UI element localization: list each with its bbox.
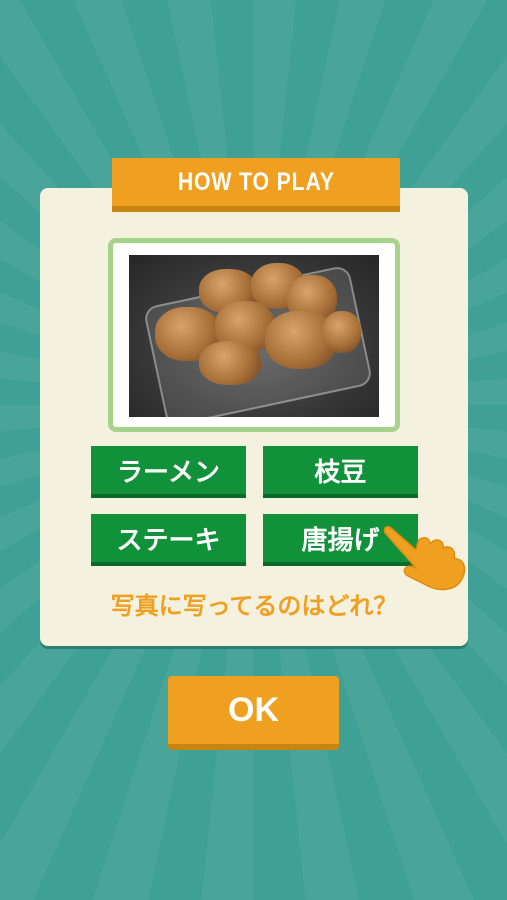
karaage-piece — [199, 341, 261, 385]
karaage-piece — [323, 311, 361, 353]
ok-button[interactable]: OK — [168, 676, 339, 750]
title-ribbon: HOW TO PLAY — [112, 158, 400, 212]
fried-chicken-photo — [129, 255, 379, 417]
quiz-photo-frame — [108, 238, 400, 432]
quiz-question: 写真に写ってるのはどれ？ — [110, 592, 398, 620]
pointing-hand-icon — [383, 525, 466, 591]
dialog-title: HOW TO PLAY — [177, 167, 335, 196]
choice-button-steak[interactable]: ステーキ — [91, 514, 246, 566]
choice-button-ramen[interactable]: ラーメン — [91, 446, 246, 498]
choice-button-edamame[interactable]: 枝豆 — [263, 446, 418, 498]
